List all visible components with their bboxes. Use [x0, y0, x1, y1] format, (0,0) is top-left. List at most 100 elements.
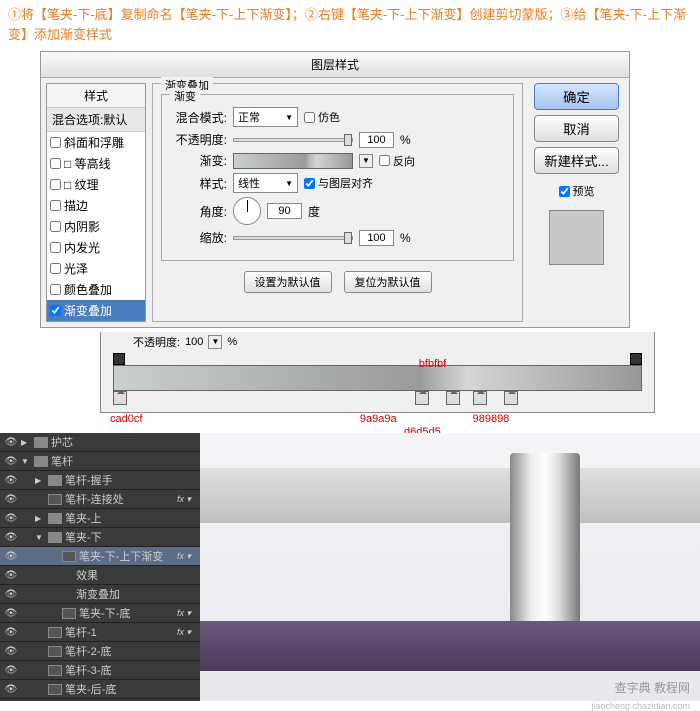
toggle-icon[interactable]: ▶ — [21, 438, 31, 447]
layer-row[interactable]: 👁▼笔夹-下 — [0, 528, 200, 547]
visibility-icon[interactable]: 👁 — [4, 456, 18, 467]
style-item[interactable]: 斜面和浮雕 — [47, 132, 145, 153]
fx-badge[interactable]: fx ▾ — [177, 627, 191, 638]
align-checkbox[interactable] — [304, 178, 315, 189]
preview-checkbox[interactable] — [559, 186, 570, 197]
style-item[interactable]: 描边 — [47, 195, 145, 216]
preview-label: 预览 — [573, 183, 595, 199]
fx-badge[interactable]: fx ▾ — [177, 608, 191, 619]
layer-name: 笔杆-2-底 — [65, 643, 111, 659]
reverse-checkbox[interactable] — [379, 155, 390, 166]
style-checkbox[interactable] — [50, 263, 61, 274]
style-checkbox[interactable] — [50, 179, 61, 190]
layer-row[interactable]: 👁 笔杆-2-底 — [0, 642, 200, 661]
style-checkbox[interactable] — [50, 242, 61, 253]
opacity-dropdown[interactable]: ▼ — [208, 335, 222, 349]
watermark-url: jiaocheng.chazidian.com — [591, 701, 690, 711]
visibility-icon[interactable]: 👁 — [4, 665, 18, 676]
style-select[interactable]: 线性▼ — [233, 173, 298, 193]
style-checkbox[interactable] — [50, 200, 61, 211]
visibility-icon[interactable]: 👁 — [4, 646, 18, 657]
folder-icon — [34, 437, 48, 448]
style-checkbox[interactable] — [50, 305, 61, 316]
style-checkbox[interactable] — [50, 221, 61, 232]
gradient-dropdown[interactable]: ▼ — [359, 154, 373, 168]
color-stop[interactable] — [415, 391, 429, 405]
chevron-down-icon: ▼ — [285, 113, 293, 122]
layer-row[interactable]: 👁笔杆-连接处fx ▾ — [0, 490, 200, 509]
blend-mode-label: 混合模式: — [172, 109, 227, 126]
style-item[interactable]: 内发光 — [47, 237, 145, 258]
style-checkbox[interactable] — [50, 158, 61, 169]
layer-icon — [48, 627, 62, 638]
layer-row[interactable]: 👁▶护芯 — [0, 433, 200, 452]
style-item[interactable]: 渐变叠加 — [47, 300, 145, 321]
reset-default-button[interactable]: 复位为默认值 — [344, 271, 432, 293]
toggle-icon[interactable]: ▶ — [35, 476, 45, 485]
canvas-preview: 查字典 教程网 jiaocheng.chazidian.com — [200, 433, 700, 701]
layer-row[interactable]: 👁笔夹-后-底 — [0, 680, 200, 699]
visibility-icon[interactable]: 👁 — [4, 570, 18, 581]
visibility-icon[interactable]: 👁 — [4, 608, 18, 619]
blend-mode-select[interactable]: 正常▼ — [233, 107, 298, 127]
toggle-icon[interactable]: ▼ — [35, 533, 45, 542]
layer-row[interactable]: 👁 笔杆-1 fx ▾ — [0, 623, 200, 642]
color-stop[interactable] — [504, 391, 518, 405]
new-style-button[interactable]: 新建样式... — [534, 147, 619, 174]
gradient-bar[interactable] — [113, 365, 642, 391]
visibility-icon[interactable]: 👁 — [4, 494, 18, 505]
opacity-slider[interactable] — [233, 138, 353, 142]
preview-swatch — [549, 210, 604, 265]
visibility-icon[interactable]: 👁 — [4, 589, 18, 600]
dither-checkbox[interactable] — [304, 112, 315, 123]
visibility-icon[interactable]: 👁 — [4, 437, 18, 448]
gradient-bar-container — [113, 353, 642, 407]
fx-badge[interactable]: fx ▾ — [177, 551, 191, 562]
angle-wheel[interactable] — [233, 197, 261, 225]
style-item[interactable]: 光泽 — [47, 258, 145, 279]
style-item[interactable]: □ 纹理 — [47, 174, 145, 195]
visibility-icon[interactable]: 👁 — [4, 551, 18, 562]
layer-row[interactable]: 👁▶笔夹-上 — [0, 509, 200, 528]
toggle-icon[interactable]: ▼ — [21, 457, 31, 466]
layer-row[interactable]: 👁效果 — [0, 566, 200, 585]
gradient-preview[interactable] — [233, 153, 353, 169]
angle-input[interactable] — [267, 203, 302, 219]
chevron-down-icon: ▼ — [285, 179, 293, 188]
layer-row[interactable]: 👁▶按杆 — [0, 699, 200, 701]
bottom-area: 👁▶护芯👁▼笔杆👁▶笔杆-握手👁笔杆-连接处fx ▾👁▶笔夹-上👁▼笔夹-下👁笔… — [0, 433, 700, 701]
style-checkbox[interactable] — [50, 137, 61, 148]
style-checkbox[interactable] — [50, 284, 61, 295]
layer-row[interactable]: 👁笔夹-下-底fx ▾ — [0, 604, 200, 623]
layer-row[interactable]: 👁渐变叠加 — [0, 585, 200, 604]
visibility-icon[interactable]: 👁 — [4, 532, 18, 543]
ok-button[interactable]: 确定 — [534, 83, 619, 110]
layer-name: 笔杆-1 — [65, 624, 97, 640]
color-stop[interactable] — [113, 391, 127, 405]
layer-row[interactable]: 👁▼笔杆 — [0, 452, 200, 471]
visibility-icon[interactable]: 👁 — [4, 684, 18, 695]
folder-icon — [48, 475, 62, 486]
visibility-icon[interactable]: 👁 — [4, 513, 18, 524]
style-item[interactable]: □ 等高线 — [47, 153, 145, 174]
layer-row[interactable]: 👁笔杆-3-底 — [0, 661, 200, 680]
color-stop[interactable] — [446, 391, 460, 405]
visibility-icon[interactable]: 👁 — [4, 627, 18, 638]
layer-row[interactable]: 👁笔夹-下-上下渐变fx ▾ — [0, 547, 200, 566]
toggle-icon[interactable]: ▶ — [35, 514, 45, 523]
scale-input[interactable] — [359, 230, 394, 246]
styles-header: 样式 — [47, 84, 145, 108]
blending-options[interactable]: 混合选项:默认 — [47, 108, 145, 132]
style-item[interactable]: 内阴影 — [47, 216, 145, 237]
cancel-button[interactable]: 取消 — [534, 115, 619, 142]
make-default-button[interactable]: 设置为默认值 — [244, 271, 332, 293]
opacity-stop[interactable] — [630, 353, 642, 365]
scale-slider[interactable] — [233, 236, 353, 240]
fx-badge[interactable]: fx ▾ — [177, 494, 191, 505]
opacity-input[interactable] — [359, 132, 394, 148]
color-stop[interactable] — [473, 391, 487, 405]
layer-row[interactable]: 👁▶笔杆-握手 — [0, 471, 200, 490]
visibility-icon[interactable]: 👁 — [4, 475, 18, 486]
style-item[interactable]: 颜色叠加 — [47, 279, 145, 300]
opacity-stop[interactable] — [113, 353, 125, 365]
